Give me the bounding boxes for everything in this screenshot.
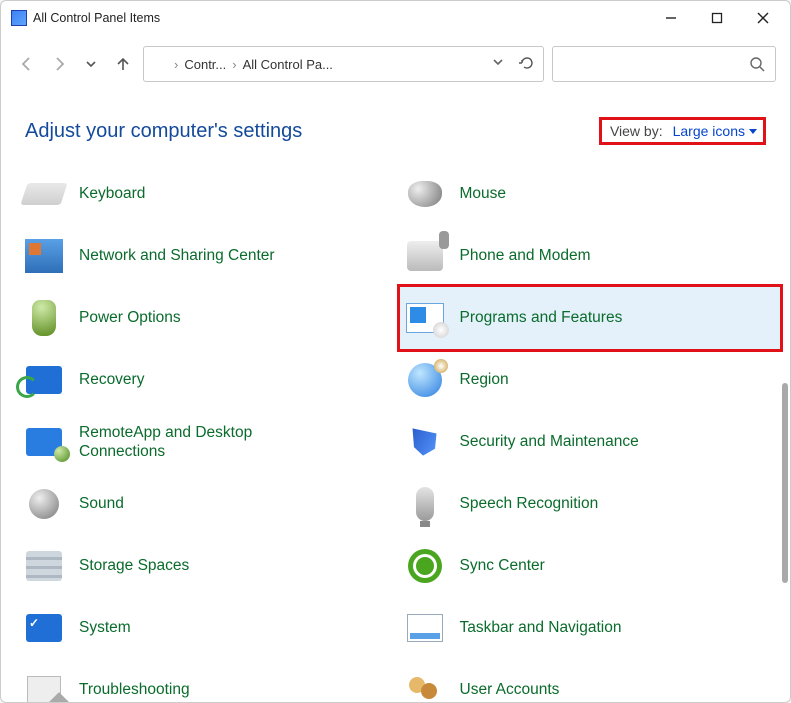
monitor-check-icon (23, 607, 65, 649)
item-remoteapp[interactable]: RemoteApp and Desktop Connections (19, 411, 400, 473)
item-label: Region (460, 370, 509, 389)
speaker-icon (23, 483, 65, 525)
breadcrumb-seg-2[interactable]: All Control Pa... (243, 57, 333, 72)
refresh-button[interactable] (519, 55, 535, 74)
programs-icon (404, 297, 446, 339)
remoteapp-icon (23, 421, 65, 463)
item-recovery[interactable]: Recovery (19, 349, 400, 411)
network-icon (23, 235, 65, 277)
breadcrumb-seg-1[interactable]: Contr... (184, 57, 226, 72)
item-programs-features[interactable]: Programs and Features (397, 284, 784, 352)
search-input[interactable] (552, 46, 776, 82)
item-taskbar-navigation[interactable]: Taskbar and Navigation (400, 597, 781, 659)
item-label: Sound (79, 494, 124, 513)
vertical-scrollbar[interactable] (776, 163, 790, 702)
item-label: Speech Recognition (460, 494, 599, 513)
view-by-value: Large icons (673, 123, 745, 139)
keyboard-icon (23, 173, 65, 215)
item-phone-modem[interactable]: Phone and Modem (400, 225, 781, 287)
search-icon (749, 56, 765, 72)
item-label: Storage Spaces (79, 556, 189, 575)
item-keyboard[interactable]: Keyboard (19, 163, 400, 225)
breadcrumb-sep-icon: › (232, 57, 236, 72)
maximize-button[interactable] (694, 3, 740, 33)
globe-icon (404, 359, 446, 401)
forward-button[interactable] (47, 52, 71, 76)
item-network-sharing[interactable]: Network and Sharing Center (19, 225, 400, 287)
item-security-maintenance[interactable]: Security and Maintenance (400, 411, 781, 473)
breadcrumb-sep-icon: › (174, 57, 178, 72)
item-label: Recovery (79, 370, 144, 389)
flag-icon (404, 421, 446, 463)
item-power-options[interactable]: Power Options (19, 287, 400, 349)
toolbar: › Contr... › All Control Pa... (1, 35, 790, 93)
item-label: Programs and Features (460, 308, 623, 327)
address-bar[interactable]: › Contr... › All Control Pa... (143, 46, 544, 82)
address-dropdown-icon[interactable] (491, 55, 505, 74)
item-label: Mouse (460, 184, 507, 203)
item-label: Phone and Modem (460, 246, 591, 265)
content-area: Keyboard Mouse Network and Sharing Cente… (1, 163, 790, 702)
item-speech-recognition[interactable]: Speech Recognition (400, 473, 781, 535)
item-region[interactable]: Region (400, 349, 781, 411)
item-label: Taskbar and Navigation (460, 618, 622, 637)
item-mouse[interactable]: Mouse (400, 163, 781, 225)
mouse-icon (404, 173, 446, 215)
control-panel-icon (11, 10, 27, 26)
close-button[interactable] (740, 3, 786, 33)
wrench-icon (23, 669, 65, 702)
battery-icon (23, 297, 65, 339)
item-storage-spaces[interactable]: Storage Spaces (19, 535, 400, 597)
item-label: System (79, 618, 131, 637)
item-sync-center[interactable]: Sync Center (400, 535, 781, 597)
taskbar-icon (404, 607, 446, 649)
chevron-down-icon (749, 129, 757, 134)
page-title: Adjust your computer's settings (25, 120, 599, 143)
item-label: User Accounts (460, 680, 560, 699)
view-by-control[interactable]: View by: Large icons (599, 117, 766, 145)
item-label: Troubleshooting (79, 680, 190, 699)
item-label: RemoteApp and Desktop Connections (79, 423, 319, 462)
item-sound[interactable]: Sound (19, 473, 400, 535)
address-icon (152, 56, 168, 72)
item-user-accounts[interactable]: User Accounts (400, 659, 781, 702)
recovery-icon (23, 359, 65, 401)
title-controls (648, 3, 786, 33)
item-label: Power Options (79, 308, 181, 327)
item-label: Network and Sharing Center (79, 246, 275, 265)
scrollbar-thumb[interactable] (782, 383, 788, 583)
item-label: Security and Maintenance (460, 432, 639, 451)
sync-icon (404, 545, 446, 587)
window-title: All Control Panel Items (33, 11, 160, 25)
up-button[interactable] (111, 52, 135, 76)
drives-icon (23, 545, 65, 587)
heading-row: Adjust your computer's settings View by:… (1, 93, 790, 149)
item-label: Keyboard (79, 184, 145, 203)
view-by-label: View by: (610, 123, 663, 139)
minimize-button[interactable] (648, 3, 694, 33)
back-button[interactable] (15, 52, 39, 76)
item-system[interactable]: System (19, 597, 400, 659)
titlebar: All Control Panel Items (1, 1, 790, 35)
microphone-icon (404, 483, 446, 525)
recent-dropdown-icon[interactable] (79, 52, 103, 76)
control-panel-window: All Control Panel Items (0, 0, 791, 703)
users-icon (404, 669, 446, 702)
item-troubleshooting[interactable]: Troubleshooting (19, 659, 400, 702)
phone-icon (404, 235, 446, 277)
item-label: Sync Center (460, 556, 545, 575)
